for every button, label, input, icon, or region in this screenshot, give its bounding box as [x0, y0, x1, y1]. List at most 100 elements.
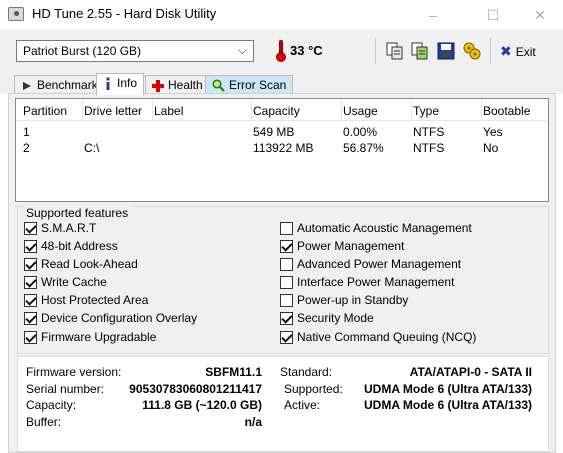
- partition-capacity: 549 MB: [253, 125, 295, 139]
- partition-bootable: No: [483, 141, 499, 155]
- partition-type: NTFS: [413, 125, 445, 139]
- feature-label: Write Cache: [41, 275, 107, 289]
- column-header[interactable]: Label: [154, 104, 183, 118]
- feature-label: 48-bit Address: [41, 239, 118, 253]
- tab-health[interactable]: Health: [145, 75, 210, 95]
- feature-label: Host Protected Area: [41, 293, 149, 307]
- feature-checkbox: [24, 294, 37, 307]
- title-bar: HD Tune 2.55 - Hard Disk Utility – ☐ ✕: [0, 0, 563, 30]
- drive-info-panel: Firmware version: SBFM11.1 Serial number…: [17, 356, 549, 452]
- tab-info-label: Info: [117, 76, 138, 90]
- copy-icon[interactable]: [385, 41, 405, 61]
- supported-features-title: Supported features: [24, 206, 131, 220]
- feature-label: Firmware Upgradable: [41, 330, 157, 344]
- feature-label: Advanced Power Management: [297, 257, 462, 271]
- feature-label: Interface Power Management: [297, 275, 455, 289]
- feature-checkbox: [24, 222, 37, 235]
- tab-error-scan-label: Error Scan: [229, 78, 287, 92]
- partition-usage: 0.00%: [343, 125, 378, 139]
- feature-label: Device Configuration Overlay: [41, 311, 198, 325]
- feature-checkbox: [280, 240, 293, 253]
- standard-value: ATA/ATAPI-0 - SATA II: [409, 365, 532, 379]
- feature-label: S.M.A.R.T: [41, 221, 97, 235]
- feature-checkbox: [24, 258, 37, 271]
- partition-table[interactable]: Partition Drive letter Label Capacity Us…: [15, 98, 549, 202]
- feature-label: Read Look-Ahead: [41, 257, 138, 271]
- partition-bootable: Yes: [483, 125, 503, 139]
- temperature-readout: 33 °C: [290, 43, 323, 58]
- partition-table-header: Partition Drive letter Label Capacity Us…: [16, 99, 548, 121]
- feature-checkbox: [280, 258, 293, 271]
- supported-label: Supported:: [284, 382, 343, 396]
- feature-checkbox: [24, 276, 37, 289]
- tab-benchmark-label: Benchmark: [37, 78, 98, 92]
- health-icon: [152, 79, 164, 92]
- feature-checkbox: [280, 331, 293, 344]
- window-title: HD Tune 2.55 - Hard Disk Utility: [32, 6, 217, 21]
- table-row[interactable]: 2 C:\ 113922 MB 56.87% NTFS No: [16, 141, 548, 157]
- tab-health-label: Health: [168, 78, 203, 92]
- tab-error-scan[interactable]: Error Scan: [205, 75, 294, 95]
- exit-button[interactable]: ✖ Exit: [500, 43, 536, 60]
- feature-checkbox: [280, 276, 293, 289]
- feature-checkbox: [280, 294, 293, 307]
- active-label: Active:: [284, 398, 321, 412]
- supported-features-group: Supported features S.M.A.R.T 48-bit Addr…: [17, 206, 549, 354]
- serial-label: Serial number:: [26, 382, 105, 396]
- capacity-label: Capacity:: [26, 398, 77, 412]
- hd-tune-app-icon: [8, 7, 24, 21]
- info-icon: [106, 77, 110, 90]
- tab-bar: Benchmark Info Health Error Scan: [0, 73, 563, 95]
- partition-number: 1: [23, 125, 30, 139]
- feature-checkbox: [24, 240, 37, 253]
- minimize-button[interactable]: –: [410, 0, 456, 30]
- benchmark-icon: [23, 81, 31, 90]
- feature-label: Native Command Queuing (NCQ): [297, 330, 477, 344]
- column-header[interactable]: Usage: [343, 104, 378, 118]
- feature-checkbox: [24, 312, 37, 325]
- column-header[interactable]: Capacity: [253, 104, 300, 118]
- options-icon[interactable]: [462, 41, 482, 61]
- feature-label: Power-up in Standby: [297, 293, 409, 307]
- tab-info[interactable]: Info: [96, 73, 145, 95]
- save-icon[interactable]: [436, 41, 456, 61]
- feature-label: Security Mode: [297, 311, 374, 325]
- partition-usage: 56.87%: [343, 141, 384, 155]
- drive-letter: C:\: [84, 141, 100, 155]
- firmware-label: Firmware version:: [26, 365, 122, 379]
- partition-capacity: 113922 MB: [253, 141, 314, 155]
- column-header[interactable]: Partition: [23, 104, 67, 118]
- thermometer-icon: [276, 40, 286, 62]
- feature-label: Power Management: [297, 239, 405, 253]
- toolbar-divider: [375, 38, 376, 64]
- column-header[interactable]: Drive letter: [84, 104, 142, 118]
- tab-benchmark[interactable]: Benchmark: [14, 75, 105, 95]
- chevron-down-icon: ⌵: [237, 43, 247, 57]
- feature-label: Automatic Acoustic Management: [297, 221, 472, 235]
- active-mode-value: UDMA Mode 6 (Ultra ATA/133): [363, 398, 532, 412]
- column-header[interactable]: Bootable: [483, 104, 530, 118]
- buffer-value: n/a: [244, 415, 262, 429]
- table-row[interactable]: 1 549 MB 0.00% NTFS Yes: [16, 125, 548, 141]
- feature-checkbox: [24, 331, 37, 344]
- error-scan-icon: [212, 79, 225, 93]
- firmware-value: SBFM11.1: [205, 365, 262, 379]
- column-header[interactable]: Type: [413, 104, 439, 118]
- capacity-value: 111.8 GB (~120.0 GB): [142, 398, 262, 412]
- exit-label: Exit: [515, 45, 536, 59]
- standard-label: Standard:: [280, 365, 333, 379]
- buffer-label: Buffer:: [26, 415, 62, 429]
- partition-type: NTFS: [413, 141, 445, 155]
- maximize-button[interactable]: ☐: [470, 0, 516, 30]
- info-tab-panel: Partition Drive letter Label Capacity Us…: [8, 93, 556, 453]
- feature-checkbox: [280, 222, 293, 235]
- toolbar-divider: [490, 38, 491, 64]
- partition-number: 2: [23, 141, 30, 155]
- serial-value: 90530783060801211417: [129, 382, 262, 396]
- drive-select[interactable]: Patriot Burst (120 GB) ⌵: [16, 40, 254, 62]
- toolbar: Patriot Burst (120 GB) ⌵ 33 °C ✖ Exit: [0, 30, 563, 74]
- drive-select-value: Patriot Burst (120 GB): [23, 44, 142, 58]
- close-button[interactable]: ✕: [517, 0, 563, 30]
- supported-mode-value: UDMA Mode 6 (Ultra ATA/133): [363, 382, 532, 396]
- copy-all-icon[interactable]: [410, 41, 430, 61]
